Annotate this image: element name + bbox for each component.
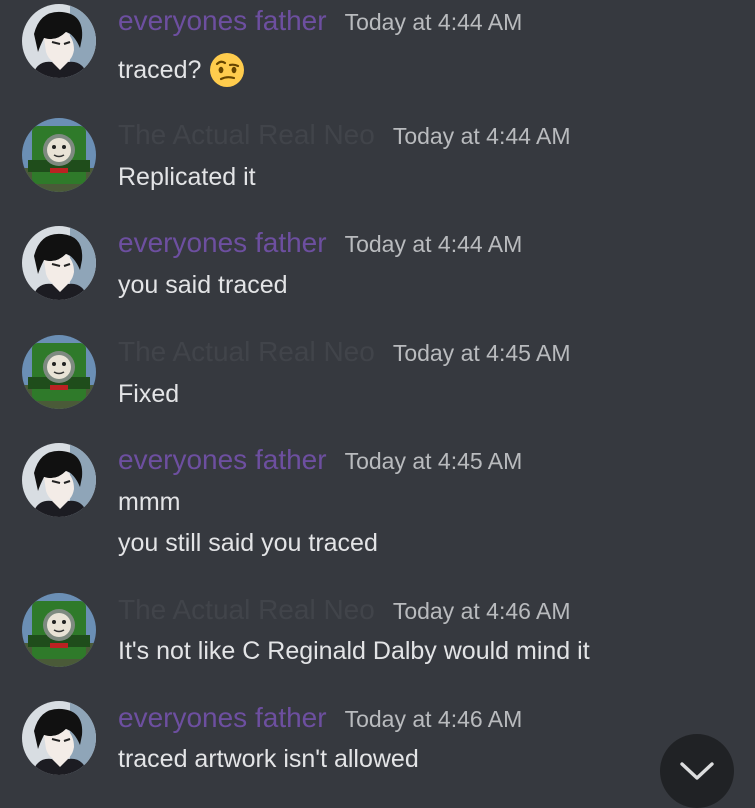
message-header: everyones father Today at 4:44 AM [118,4,522,39]
message-header: The Actual Real Neo Today at 4:45 AM [118,335,571,370]
timestamp: Today at 4:45 AM [344,448,523,474]
face-with-raised-eyebrow-icon [209,52,245,88]
author-name[interactable]: everyones father [118,4,327,38]
anime-boy-avatar-icon[interactable] [22,4,96,78]
anime-boy-avatar-icon[interactable] [22,226,96,300]
message-header: everyones father Today at 4:44 AM [118,226,522,261]
green-engine-avatar-icon[interactable] [22,593,96,667]
timestamp: Today at 4:45 AM [392,340,571,366]
chat-messages: everyones father Today at 4:44 AM traced… [0,0,755,808]
chevron-down-icon [679,760,715,782]
message-text: you still said you traced [118,527,378,559]
message-text: mmm [118,486,180,518]
message-line: you said traced [118,271,288,299]
message-header: everyones father Today at 4:46 AM [118,701,522,736]
author-name[interactable]: The Actual Real Neo [118,593,375,627]
message-line: mmm [118,488,181,516]
message-line: you still said you traced [118,529,378,557]
author-name[interactable]: The Actual Real Neo [118,335,375,369]
message-line: Fixed [118,380,180,408]
message-line: Replicated it [118,163,256,191]
message-line: It's not like C Reginald Dalby would min… [118,637,590,665]
jump-to-present-button[interactable] [660,734,734,808]
timestamp: Today at 4:46 AM [392,598,571,624]
message-text: It's not like C Reginald Dalby would min… [118,635,590,667]
author-name[interactable]: The Actual Real Neo [118,118,375,152]
green-engine-avatar-icon[interactable] [22,118,96,192]
anime-boy-avatar-icon[interactable] [22,443,96,517]
message-text: you said traced [118,269,288,301]
anime-boy-avatar-icon[interactable] [22,701,96,775]
timestamp: Today at 4:46 AM [344,706,523,732]
message-header: everyones father Today at 4:45 AM [118,443,522,478]
message-header: The Actual Real Neo Today at 4:46 AM [118,593,571,628]
green-engine-avatar-icon[interactable] [22,335,96,409]
author-name[interactable]: everyones father [118,443,327,477]
message-text: Fixed [118,378,179,410]
message-line: traced? [118,56,202,84]
message-header: The Actual Real Neo Today at 4:44 AM [118,118,571,153]
message-text: traced? [118,52,245,88]
timestamp: Today at 4:44 AM [344,231,523,257]
timestamp: Today at 4:44 AM [344,9,523,35]
message-text: traced artwork isn't allowed [118,743,419,775]
timestamp: Today at 4:44 AM [392,123,571,149]
message-line: traced artwork isn't allowed [118,745,419,773]
message-text: Replicated it [118,161,256,193]
author-name[interactable]: everyones father [118,701,327,735]
author-name[interactable]: everyones father [118,226,327,260]
